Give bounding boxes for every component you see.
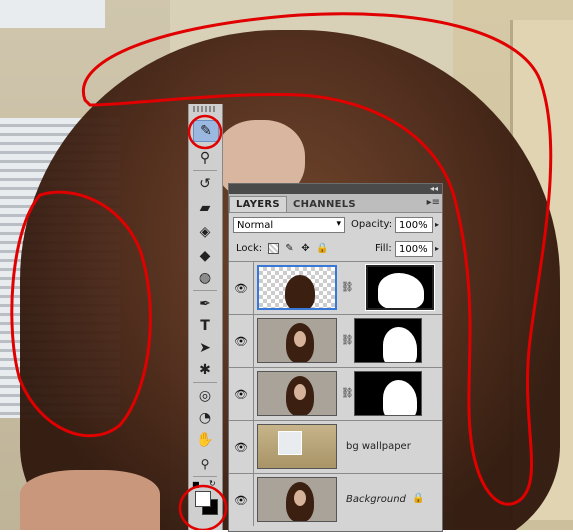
layer-name[interactable]: bg wallpaper xyxy=(346,441,411,452)
dodge-icon: ◍ xyxy=(198,270,212,286)
link-icon[interactable]: ⛓ xyxy=(341,282,354,293)
brush-icon: ✎ xyxy=(200,123,212,139)
tab-layers[interactable]: LAYERS xyxy=(229,196,287,212)
tab-channels[interactable]: CHANNELS xyxy=(287,197,362,212)
opacity-label: Opacity: xyxy=(351,219,393,230)
layer-row[interactable]: 👁 ⛓ xyxy=(229,262,442,315)
pen-tool[interactable]: ✒ xyxy=(193,294,217,314)
blur-tool[interactable]: ◆ xyxy=(193,246,217,266)
3d-rotate-icon: ◎ xyxy=(198,388,212,404)
fill-arrow-icon[interactable]: ▸ xyxy=(435,244,439,253)
collapse-icon[interactable]: ◂◂ xyxy=(430,184,438,194)
layer-row[interactable]: 👁 ⛓ xyxy=(229,315,442,368)
layer-thumbnail[interactable] xyxy=(257,424,337,469)
3d-rotate-tool[interactable]: ◎ xyxy=(193,386,217,406)
toolbar-divider xyxy=(193,476,217,477)
opacity-arrow-icon[interactable]: ▸ xyxy=(435,220,439,229)
layer-thumbnail[interactable] xyxy=(257,265,337,310)
lock-all-icon[interactable]: 🔒 xyxy=(316,243,328,254)
toolbar-grip[interactable] xyxy=(193,106,217,112)
shape-icon: ✱ xyxy=(199,362,211,378)
layer-mask-thumbnail[interactable] xyxy=(365,264,435,311)
head-silhouette xyxy=(285,275,315,308)
lock-position-icon[interactable]: ✥ xyxy=(300,243,311,254)
type-icon: T xyxy=(200,318,210,334)
toolbar-divider xyxy=(193,170,217,171)
3d-camera-tool[interactable]: ◔ xyxy=(193,408,217,428)
3d-camera-icon: ◔ xyxy=(198,410,212,426)
layer-row[interactable]: 👁 bg wallpaper xyxy=(229,421,442,474)
history-brush-tool[interactable]: ↺ xyxy=(193,174,217,194)
panel-menu-icon[interactable]: ▸≡ xyxy=(427,197,440,208)
eye-icon[interactable]: 👁 xyxy=(229,368,254,420)
eye-icon[interactable]: 👁 xyxy=(229,474,254,526)
lock-icon: 🔒 xyxy=(412,493,425,504)
eye-icon[interactable]: 👁 xyxy=(229,421,254,473)
opacity-field[interactable]: 100% xyxy=(395,217,433,233)
layer-thumbnail[interactable] xyxy=(257,371,337,416)
lock-row: Lock: ✎ ✥ 🔒 Fill: 100% ▸ xyxy=(229,237,442,262)
window-frame xyxy=(0,0,105,28)
shoulder xyxy=(20,470,160,530)
layers-panel: ◂◂ LAYERS CHANNELS ▸≡ Normal ▾ Opacity: … xyxy=(228,183,443,532)
swap-colors-icon[interactable]: ↻ xyxy=(209,479,216,488)
chevron-down-icon: ▾ xyxy=(336,219,341,229)
eye-icon[interactable]: 👁 xyxy=(229,262,254,314)
lock-pixels-icon[interactable]: ✎ xyxy=(284,243,295,254)
mask-shape xyxy=(378,273,424,308)
eraser-tool[interactable]: ▰ xyxy=(193,198,217,218)
path-selection-tool[interactable]: ➤ xyxy=(193,338,217,358)
panel-tabs: LAYERS CHANNELS ▸≡ xyxy=(229,194,442,213)
hand-tool[interactable]: ✋ xyxy=(193,430,217,450)
mask-shape xyxy=(383,327,417,362)
fill-value: 100% xyxy=(399,243,428,255)
link-icon[interactable]: ⛓ xyxy=(341,335,354,346)
toolbar-divider xyxy=(193,382,217,383)
paint-bucket-tool[interactable]: ◈ xyxy=(193,222,217,242)
shape-tool[interactable]: ✱ xyxy=(193,360,217,380)
blend-mode-value: Normal xyxy=(237,219,274,231)
layer-mask-thumbnail[interactable] xyxy=(354,318,422,363)
foreground-color-swatch[interactable] xyxy=(195,491,211,507)
layer-row[interactable]: 👁 Background 🔒 xyxy=(229,474,442,526)
toolbar-divider xyxy=(193,290,217,291)
layer-mask-thumbnail[interactable] xyxy=(354,371,422,416)
face-shape xyxy=(294,490,306,506)
blur-icon: ◆ xyxy=(199,248,211,264)
layer-thumbnail[interactable] xyxy=(257,477,337,522)
brush-tool[interactable]: ✎ xyxy=(193,120,219,142)
face-shape xyxy=(294,331,306,347)
eye-icon[interactable]: 👁 xyxy=(229,315,254,367)
lock-transparency-icon[interactable] xyxy=(268,243,279,254)
zoom-tool[interactable]: ⚲ xyxy=(193,454,217,474)
history-brush-icon: ↺ xyxy=(199,176,211,192)
window-shape xyxy=(278,431,302,455)
default-colors-icon[interactable]: ■ xyxy=(192,480,200,489)
layer-name[interactable]: Background xyxy=(346,494,406,505)
fill-label: Fill: xyxy=(375,243,392,254)
blend-row: Normal ▾ Opacity: 100% ▸ xyxy=(229,213,442,237)
fill-field[interactable]: 100% xyxy=(395,241,433,257)
zoom-icon: ⚲ xyxy=(200,457,210,471)
face-shape xyxy=(294,384,306,400)
lock-label: Lock: xyxy=(236,243,263,254)
link-icon[interactable]: ⛓ xyxy=(341,388,354,399)
type-tool[interactable]: T xyxy=(193,316,217,336)
pen-icon: ✒ xyxy=(199,296,211,312)
paint-bucket-icon: ◈ xyxy=(199,224,211,240)
eraser-icon: ▰ xyxy=(199,200,211,216)
path-selection-icon: ➤ xyxy=(199,340,211,356)
mask-shape xyxy=(383,380,417,415)
tools-panel: ✎ ⚲ ↺ ▰ ◈ ◆ ◍ ✒ T ➤ ✱ ◎ ◔ ✋ ⚲ ■ ↻ xyxy=(188,104,223,530)
stamp-tool[interactable]: ⚲ xyxy=(193,148,217,168)
stamp-icon: ⚲ xyxy=(199,150,211,166)
blend-mode-select[interactable]: Normal ▾ xyxy=(233,217,345,233)
hand-icon: ✋ xyxy=(196,432,214,448)
opacity-value: 100% xyxy=(399,219,428,231)
layer-thumbnail[interactable] xyxy=(257,318,337,363)
dodge-tool[interactable]: ◍ xyxy=(193,268,217,288)
panel-titlebar[interactable]: ◂◂ xyxy=(229,184,442,194)
layer-row[interactable]: 👁 ⛓ xyxy=(229,368,442,421)
